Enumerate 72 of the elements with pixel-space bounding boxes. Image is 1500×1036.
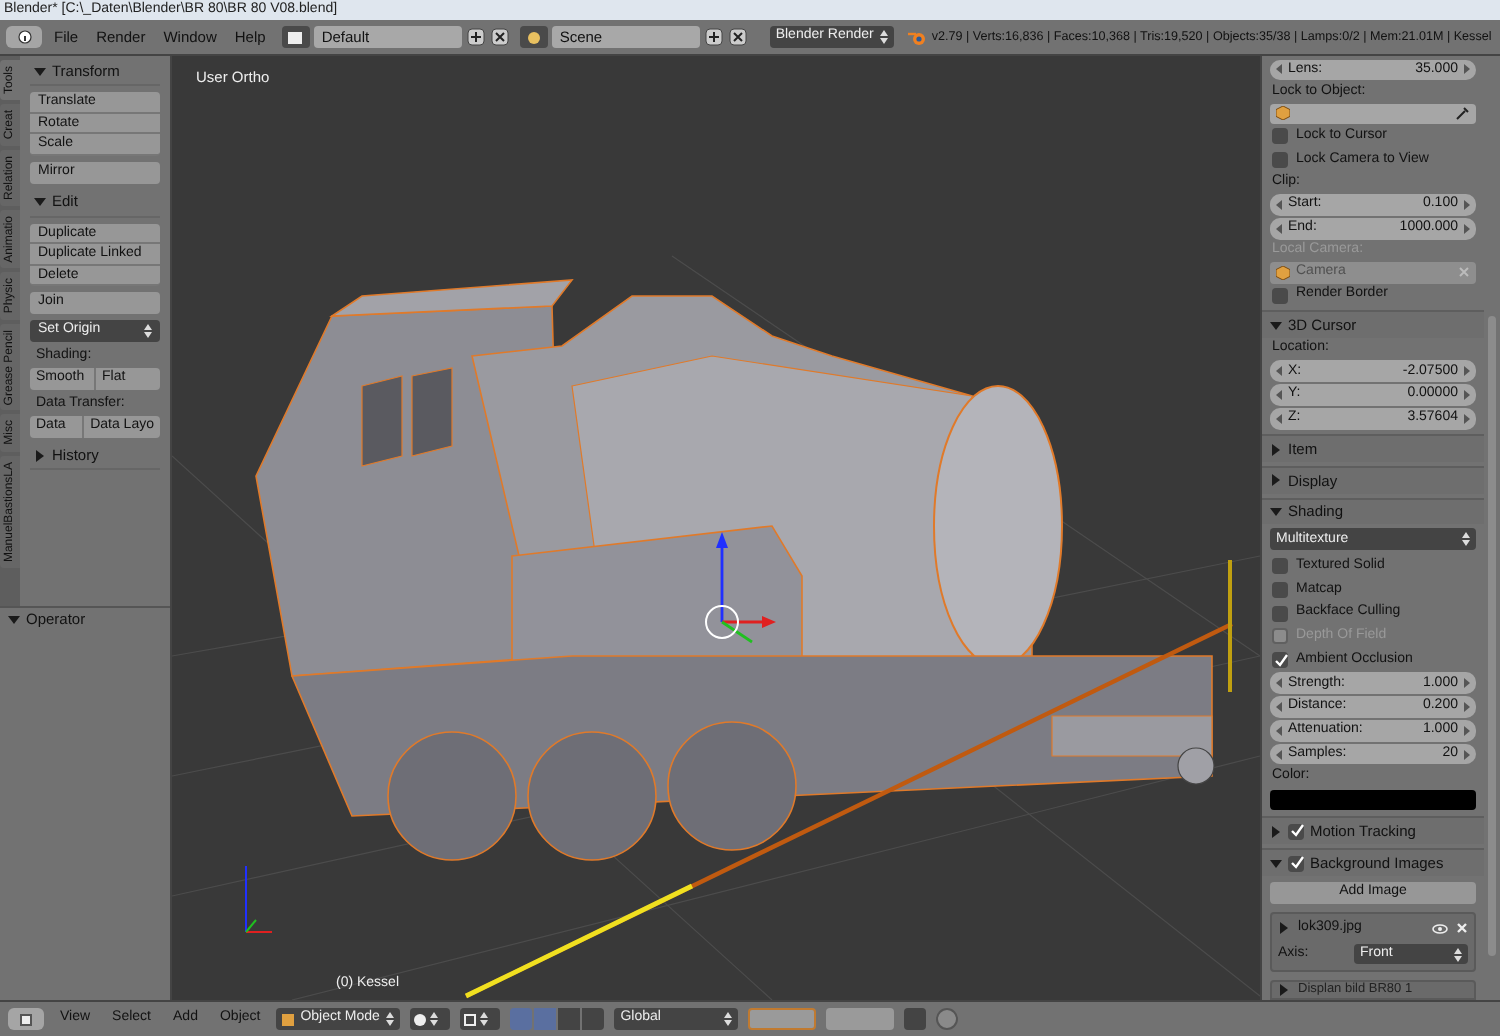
increment-arrow-icon[interactable] [1464, 199, 1470, 210]
shading-dropdown[interactable] [410, 1008, 451, 1030]
updown-arrows-icon [1454, 947, 1462, 962]
expanded-triangle-icon [8, 613, 20, 625]
updown-arrows-icon [386, 1012, 395, 1026]
increment-arrow-icon[interactable] [1464, 678, 1470, 689]
expanded-triangle-icon [1270, 506, 1282, 518]
decrement-arrow-icon[interactable] [1276, 223, 1282, 234]
increment-arrow-icon[interactable] [1464, 366, 1470, 377]
checkbox[interactable] [1272, 128, 1288, 145]
checkbox[interactable] [1272, 287, 1288, 303]
increment-arrow-icon[interactable] [1464, 725, 1470, 736]
scale-toggle[interactable] [582, 1008, 605, 1030]
collapsed-triangle-icon [1270, 825, 1282, 838]
eyedropper-icon[interactable] [1456, 106, 1470, 121]
increment-arrow-icon[interactable] [1464, 749, 1470, 760]
editor-type-button[interactable] [8, 1008, 44, 1030]
decrement-arrow-icon[interactable] [1276, 725, 1282, 736]
close-icon[interactable] [489, 28, 510, 46]
checkbox[interactable] [1272, 558, 1288, 575]
increment-arrow-icon[interactable] [1464, 64, 1470, 75]
decrement-arrow-icon[interactable] [1276, 678, 1282, 689]
editor-type-button[interactable] [6, 26, 42, 48]
decrement-arrow-icon[interactable] [1276, 749, 1282, 760]
scene-icon[interactable] [519, 26, 548, 48]
transform-manipulator-icon [705, 532, 776, 644]
color-swatch[interactable] [1270, 789, 1476, 811]
info-icon [17, 30, 31, 44]
decrement-arrow-icon[interactable] [1276, 64, 1282, 75]
collapsed-triangle-icon [1270, 443, 1282, 456]
collapsed-triangle-icon [1278, 922, 1290, 935]
object-field[interactable] [1270, 103, 1476, 125]
expanded-triangle-icon [34, 196, 46, 208]
pivot-dropdown[interactable] [460, 1008, 501, 1030]
increment-arrow-icon[interactable] [1464, 223, 1470, 234]
eye-icon[interactable] [1432, 923, 1448, 934]
add-icon[interactable] [465, 28, 486, 46]
decrement-arrow-icon[interactable] [1276, 413, 1282, 424]
updown-arrows-icon [1462, 532, 1470, 547]
increment-arrow-icon[interactable] [1464, 702, 1470, 713]
decrement-arrow-icon[interactable] [1276, 702, 1282, 713]
decrement-arrow-icon[interactable] [1276, 199, 1282, 210]
increment-arrow-icon[interactable] [1464, 413, 1470, 424]
checkbox[interactable] [1272, 151, 1288, 168]
manipulator-toggle[interactable] [510, 1008, 533, 1030]
updown-arrows-icon [144, 324, 152, 338]
expanded-triangle-icon [1270, 857, 1282, 870]
collapsed-triangle-icon [1270, 474, 1282, 487]
decrement-arrow-icon[interactable] [1276, 390, 1282, 401]
collapsed-triangle-icon [1278, 983, 1290, 996]
updown-arrows-icon [480, 1012, 489, 1026]
layer-buttons[interactable] [748, 1008, 817, 1030]
decrement-arrow-icon[interactable] [1276, 366, 1282, 377]
updown-arrows-icon [724, 1012, 733, 1026]
close-icon[interactable] [727, 28, 748, 46]
render-preview-icon[interactable] [936, 1008, 959, 1030]
blender-logo-icon [907, 29, 926, 45]
expanded-triangle-icon [1270, 319, 1282, 332]
layout-icon[interactable] [281, 26, 310, 48]
increment-arrow-icon[interactable] [1464, 390, 1470, 401]
translate-toggle[interactable] [534, 1008, 557, 1030]
rotate-toggle[interactable] [558, 1008, 581, 1030]
add-icon[interactable] [703, 28, 724, 46]
checkbox[interactable] [1272, 581, 1288, 598]
updown-arrows-icon [879, 30, 888, 44]
updown-arrows-icon [430, 1012, 439, 1026]
checkbox[interactable] [1272, 605, 1288, 622]
axis-gizmo-icon [245, 865, 273, 933]
expanded-triangle-icon [34, 65, 46, 77]
cube-icon [1276, 265, 1290, 280]
cube-icon [1276, 106, 1290, 121]
collapsed-triangle-icon [34, 449, 46, 461]
